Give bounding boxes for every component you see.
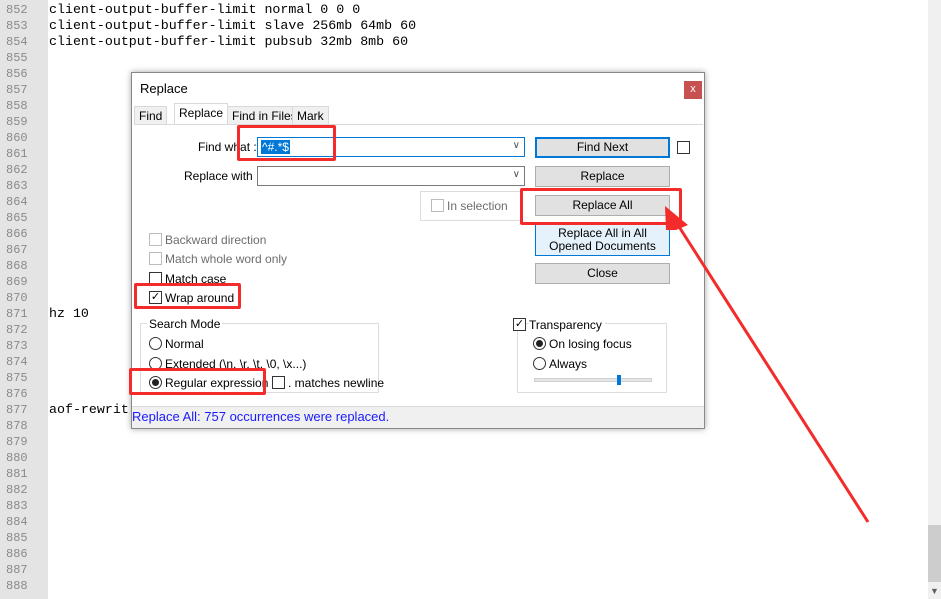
arrow-line	[674, 221, 870, 523]
annotation-arrow	[665, 206, 870, 523]
arrow-head-icon	[665, 206, 688, 230]
